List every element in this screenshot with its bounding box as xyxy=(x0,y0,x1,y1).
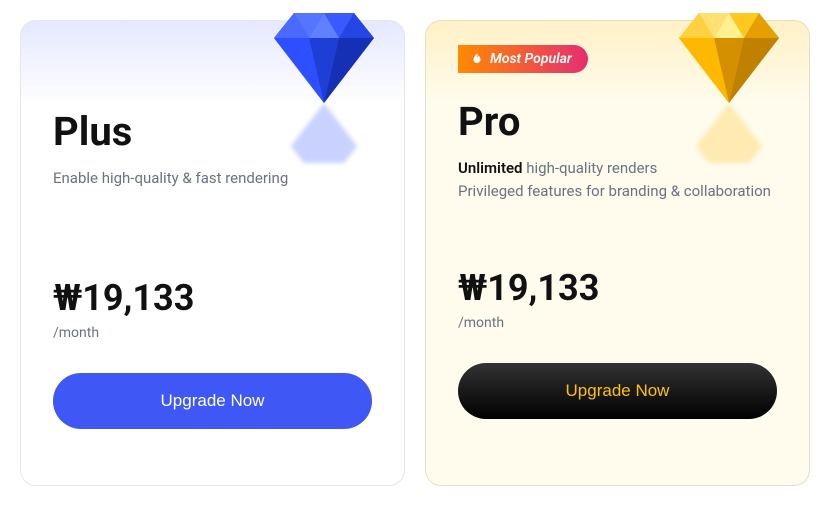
plan-description-bold: Unlimited xyxy=(458,159,523,177)
diamond-reflection-icon xyxy=(679,103,779,163)
price-section: ₩19,133 /month xyxy=(53,277,372,341)
diamond-reflection-icon xyxy=(274,103,374,163)
plan-card-plus: Plus Enable high-quality & fast renderin… xyxy=(20,20,405,486)
diamond-icon xyxy=(679,13,779,103)
fire-icon xyxy=(470,52,484,66)
upgrade-button[interactable]: Upgrade Now xyxy=(458,363,777,419)
plan-period: /month xyxy=(53,325,372,341)
plan-card-pro: Most Popular Pro Unlimited high-quality … xyxy=(425,20,810,486)
price-section: ₩19,133 /month xyxy=(458,267,777,331)
plan-price: ₩19,133 xyxy=(53,277,194,319)
plan-price: ₩19,133 xyxy=(458,267,599,309)
plan-period: /month xyxy=(458,315,777,331)
popular-badge: Most Popular xyxy=(458,45,588,73)
plan-description-text: high-quality renders xyxy=(523,159,658,177)
plan-description-line2: Privileged features for branding & colla… xyxy=(458,182,771,200)
plan-description: Enable high-quality & fast rendering xyxy=(53,167,372,237)
plan-description: Unlimited high-quality renders Privilege… xyxy=(458,157,777,227)
diamond-icon xyxy=(274,13,374,103)
popular-badge-label: Most Popular xyxy=(490,51,572,67)
upgrade-button[interactable]: Upgrade Now xyxy=(53,373,372,429)
